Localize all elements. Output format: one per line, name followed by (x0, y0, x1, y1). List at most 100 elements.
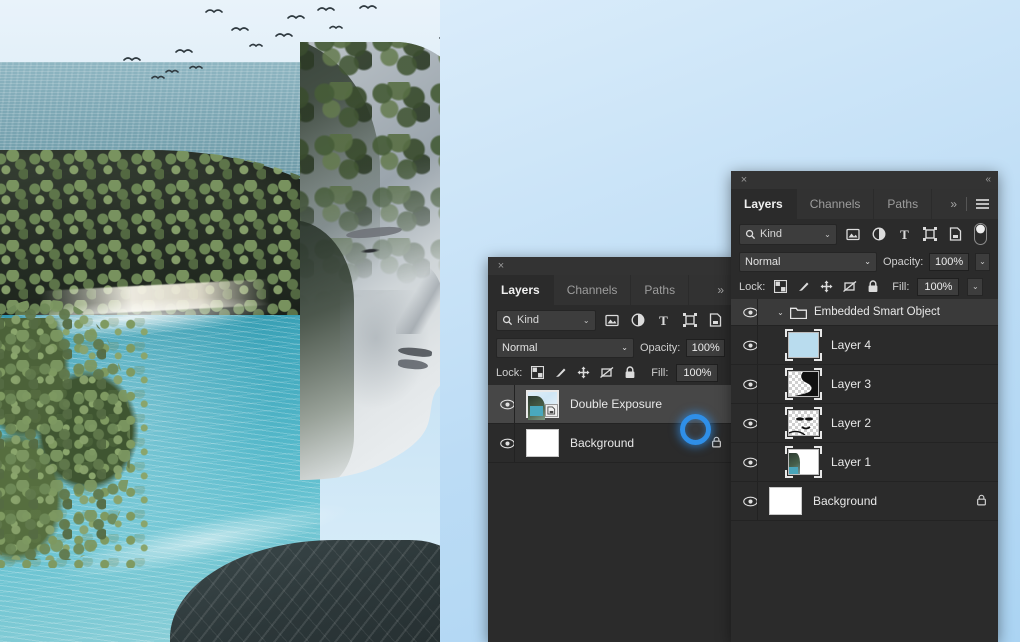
layer-row-layer-1[interactable]: Layer 1 (731, 443, 998, 482)
layer-name-double-exposure: Double Exposure (564, 397, 662, 411)
tabs-overflow-icon[interactable]: » (950, 197, 957, 211)
lock-image-pixels-icon[interactable] (553, 365, 568, 380)
adjustment-layer-filter-icon[interactable] (628, 311, 647, 330)
fill-label: Fill: (892, 281, 909, 293)
search-icon (745, 229, 756, 240)
smart-object-filter-icon[interactable] (706, 311, 725, 330)
layers-panel-back[interactable]: × Layers Channels Paths » Kind ⌄ (488, 257, 733, 642)
opacity-label: Opacity: (640, 342, 680, 354)
lock-row-back: Lock: Fill: 100% (488, 360, 733, 385)
pixel-layer-filter-icon[interactable] (603, 311, 622, 330)
panel-titlebar-front: × « (731, 171, 998, 189)
row-divider (757, 326, 758, 364)
opacity-input[interactable]: 100% (929, 253, 969, 271)
panel-tabs-front: Layers Channels Paths » (731, 189, 998, 219)
layer-row-layer-3[interactable]: Layer 3 (731, 365, 998, 404)
tab-channels[interactable]: Channels (554, 275, 632, 305)
layer-row-group-embedded-smart-object[interactable]: ⌄ Embedded Smart Object (731, 299, 998, 326)
tab-channels[interactable]: Channels (797, 189, 875, 219)
layer-name-layer-1: Layer 1 (825, 455, 871, 469)
filter-row-back: Kind ⌄ T (488, 305, 733, 335)
tabs-overflow-icon[interactable]: » (717, 283, 724, 297)
layer-thumbnail-double-exposure[interactable] (526, 390, 559, 418)
layer-row-layer-2[interactable]: Layer 2 (731, 404, 998, 443)
lock-label: Lock: (496, 367, 522, 379)
shape-layer-filter-icon[interactable] (920, 225, 939, 244)
blend-mode-select[interactable]: Normal ⌄ (496, 338, 634, 358)
layer-visibility-toggle[interactable] (737, 496, 763, 507)
lock-position-icon[interactable] (576, 365, 591, 380)
collapse-panel-icon[interactable]: « (985, 174, 991, 186)
fill-input[interactable]: 100% (676, 364, 718, 382)
fill-chevron-down-icon[interactable]: ⌄ (967, 278, 983, 296)
lock-artboard-nesting-icon[interactable] (599, 365, 614, 380)
blend-mode-select[interactable]: Normal ⌄ (739, 252, 877, 272)
type-layer-filter-icon[interactable]: T (654, 311, 673, 330)
tab-paths[interactable]: Paths (874, 189, 932, 219)
fill-label: Fill: (651, 367, 668, 379)
close-icon[interactable]: × (738, 174, 750, 186)
layer-visibility-toggle[interactable] (737, 457, 763, 468)
lock-transparent-pixels-icon[interactable] (773, 279, 788, 294)
opacity-label: Opacity: (883, 256, 923, 268)
layer-visibility-toggle[interactable] (494, 399, 520, 410)
chevron-down-icon[interactable]: ⌄ (583, 316, 590, 325)
opacity-input[interactable]: 100% (686, 339, 725, 357)
type-layer-filter-icon[interactable]: T (895, 225, 914, 244)
panel-menu-icon[interactable] (976, 199, 989, 209)
filter-kind-select[interactable]: Kind ⌄ (496, 310, 596, 331)
lock-position-icon[interactable] (819, 279, 834, 294)
panel-empty-area-back (488, 463, 733, 633)
layer-row-layer-4[interactable]: Layer 4 (731, 326, 998, 365)
opacity-chevron-down-icon[interactable]: ⌄ (975, 253, 990, 271)
layer-visibility-toggle[interactable] (737, 379, 763, 390)
layer-row-right (976, 494, 992, 509)
group-visibility-toggle[interactable] (737, 307, 763, 318)
adjustment-layer-filter-icon[interactable] (869, 225, 888, 244)
layer-thumbnail-layer-2[interactable] (785, 407, 822, 439)
filter-kind-select[interactable]: Kind ⌄ (739, 224, 837, 245)
filter-enable-toggle[interactable] (971, 225, 990, 244)
layer-thumbnail-wrap (763, 487, 807, 515)
panel-titlebar-back: × (488, 257, 733, 275)
lock-image-pixels-icon[interactable] (796, 279, 811, 294)
row-divider (757, 482, 758, 520)
lock-artboard-nesting-icon[interactable] (842, 279, 857, 294)
chevron-down-icon[interactable]: ⌄ (864, 257, 871, 266)
layer-thumbnail-background[interactable] (769, 487, 802, 515)
group-disclosure-chevron-down-icon[interactable]: ⌄ (773, 308, 788, 317)
layer-row-background-front[interactable]: Background (731, 482, 998, 521)
lock-all-icon[interactable] (865, 279, 880, 294)
blend-row-front: Normal ⌄ Opacity: 100% ⌄ (731, 249, 998, 274)
chevron-down-icon[interactable]: ⌄ (824, 230, 831, 239)
tab-paths[interactable]: Paths (631, 275, 689, 305)
lock-transparent-pixels-icon[interactable] (530, 365, 545, 380)
lock-all-icon[interactable] (622, 365, 637, 380)
fill-input[interactable]: 100% (917, 278, 959, 296)
blend-mode-value: Normal (502, 342, 537, 354)
layer-thumbnail-layer-3[interactable] (785, 368, 822, 400)
lock-row-front: Lock: Fill: 100% ⌄ (731, 274, 998, 299)
layer-thumbnail-wrap (520, 390, 564, 418)
tab-layers[interactable]: Layers (488, 275, 554, 305)
lock-icon (711, 436, 722, 451)
panel-tabs-right-front: » (941, 189, 998, 219)
layer-name-layer-2: Layer 2 (825, 416, 871, 430)
blend-row-back: Normal ⌄ Opacity: 100% (488, 335, 733, 360)
tab-layers[interactable]: Layers (731, 189, 797, 219)
pixel-layer-filter-icon[interactable] (844, 225, 863, 244)
layer-visibility-toggle[interactable] (737, 418, 763, 429)
layer-visibility-toggle[interactable] (494, 438, 520, 449)
layer-visibility-toggle[interactable] (737, 340, 763, 351)
layer-thumbnail-background[interactable] (526, 429, 559, 457)
layer-thumbnail-layer-1[interactable] (785, 446, 822, 478)
layer-thumbnail-layer-4[interactable] (785, 329, 822, 361)
layers-panel-front[interactable]: × « Layers Channels Paths » Kind ⌄ (731, 171, 998, 642)
chevron-down-icon[interactable]: ⌄ (621, 343, 628, 352)
layer-thumbnail-wrap (781, 446, 825, 478)
row-divider (757, 365, 758, 403)
smart-object-filter-icon[interactable] (946, 225, 965, 244)
close-icon[interactable]: × (495, 260, 507, 272)
layer-thumbnail-wrap (781, 407, 825, 439)
shape-layer-filter-icon[interactable] (680, 311, 699, 330)
